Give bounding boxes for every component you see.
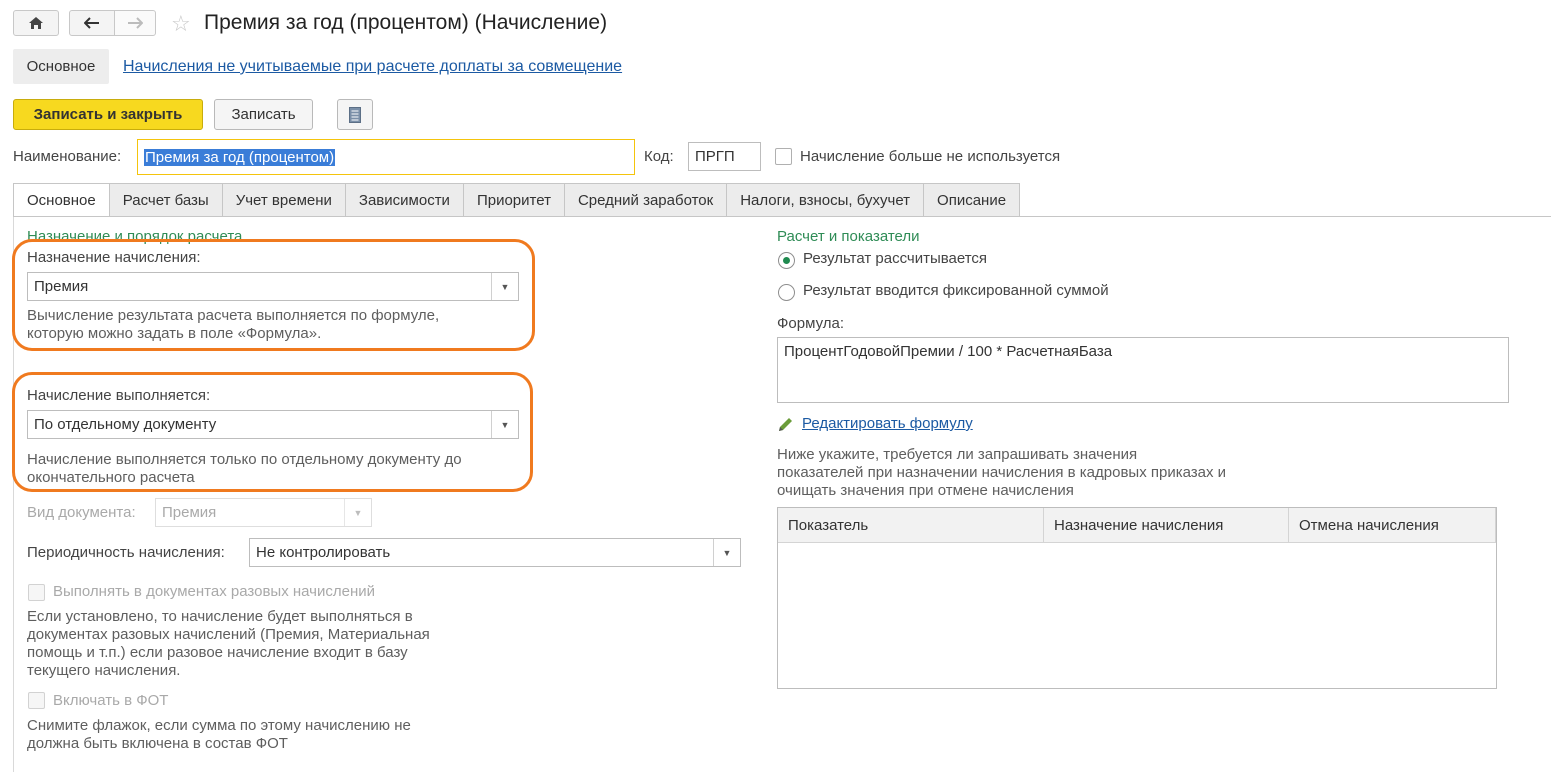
formula-textarea[interactable]: ПроцентГодовойПремии / 100 * РасчетнаяБа… (777, 337, 1509, 403)
tab-priority[interactable]: Приоритет (463, 183, 565, 217)
fot-label: Включать в ФОТ (53, 692, 169, 709)
not-used-checkbox[interactable] (775, 148, 792, 165)
one-time-hint: Если установлено, то начисление будет вы… (27, 608, 430, 680)
report-button[interactable] (337, 99, 373, 130)
indicators-hint-line-2: показателей при назначении начисления в … (777, 464, 1227, 481)
tab-average-earnings[interactable]: Средний заработок (564, 183, 728, 217)
favorite-star-icon[interactable]: ☆ (171, 11, 191, 37)
radio-selected-dot (783, 257, 790, 264)
execution-hint-line-2: окончательного расчета (27, 469, 195, 486)
name-input-value: Премия за год (процентом) (144, 148, 336, 166)
tab-time[interactable]: Учет времени (222, 183, 346, 217)
fot-checkbox (28, 692, 45, 709)
pencil-icon (777, 416, 794, 437)
name-label: Наименование: (13, 148, 122, 165)
name-input[interactable]: Премия за год (процентом) (137, 139, 635, 175)
fot-hint: Снимите флажок, если сумма по этому начи… (27, 717, 411, 753)
tab-divider (13, 216, 1551, 217)
back-button[interactable] (69, 10, 115, 36)
tab-dependencies[interactable]: Зависимости (345, 183, 464, 217)
periodicity-select-value: Не контролировать (256, 544, 391, 561)
purpose-label: Назначение начисления: (27, 249, 201, 266)
not-used-label: Начисление больше не используется (800, 148, 1061, 165)
one-time-hint-line-1: Если установлено, то начисление будет вы… (27, 608, 413, 625)
one-time-hint-line-3: помощь и т.п.) если разовое начисление в… (27, 644, 408, 661)
arrow-right-icon (128, 17, 143, 29)
column-indicator[interactable]: Показатель (778, 508, 1044, 542)
indicators-hint-line-1: Ниже укажите, требуется ли запрашивать з… (777, 446, 1138, 463)
section-link-excluded[interactable]: Начисления не учитываемые при расчете до… (123, 58, 622, 76)
one-time-hint-line-4: текущего начисления. (27, 662, 181, 679)
code-input[interactable]: ПРГП (688, 142, 761, 171)
formula-label: Формула: (777, 315, 845, 332)
indicators-table-header: Показатель Назначение начисления Отмена … (778, 508, 1496, 543)
execution-select[interactable]: По отдельному документу ▼ (27, 410, 519, 439)
indicators-hint-line-3: очищать значения при отмене начисления (777, 482, 1074, 499)
radio-result-fixed[interactable] (778, 284, 795, 301)
purpose-hint-line-2: которую можно задать в поле «Формула». (27, 325, 322, 342)
save-close-button[interactable]: Записать и закрыть (13, 99, 203, 130)
save-button[interactable]: Записать (214, 99, 313, 130)
tab-bar: Основное Расчет базы Учет времени Зависи… (13, 183, 1021, 217)
forward-button[interactable] (114, 10, 156, 36)
one-time-hint-line-2: документах разовых начислений (Премия, М… (27, 626, 430, 643)
periodicity-select[interactable]: Не контролировать ▼ (249, 538, 741, 567)
execution-hint-line-1: Начисление выполняется только по отдельн… (27, 451, 462, 468)
indicators-table[interactable]: Показатель Назначение начисления Отмена … (777, 507, 1497, 689)
edit-formula-link[interactable]: Редактировать формулу (802, 415, 973, 432)
document-list-icon (349, 106, 361, 123)
execution-hint: Начисление выполняется только по отдельн… (27, 451, 462, 487)
arrow-left-icon (84, 17, 99, 29)
tab-taxes[interactable]: Налоги, взносы, бухучет (727, 183, 925, 217)
chevron-down-icon: ▼ (344, 499, 371, 526)
radio-result-calculated-label: Результат рассчитывается (803, 250, 988, 267)
purpose-select-value: Премия (34, 278, 89, 295)
column-assignment[interactable]: Назначение начисления (1044, 508, 1289, 542)
execution-label: Начисление выполняется: (27, 387, 211, 404)
indicators-hint: Ниже укажите, требуется ли запрашивать з… (777, 446, 1226, 500)
tab-base-calc[interactable]: Расчет базы (109, 183, 223, 217)
fot-hint-line-2: должна быть включена в состав ФОТ (27, 735, 288, 752)
page-title: Премия за год (процентом) (Начисление) (204, 11, 608, 34)
execution-select-value: По отдельному документу (34, 416, 217, 433)
purpose-hint: Вычисление результата расчета выполняетс… (27, 307, 439, 343)
column-cancellation[interactable]: Отмена начисления (1289, 508, 1496, 542)
purpose-select[interactable]: Премия ▼ (27, 272, 519, 301)
chevron-down-icon[interactable]: ▼ (491, 273, 518, 300)
code-label: Код: (644, 148, 674, 165)
purpose-hint-line-1: Вычисление результата расчета выполняетс… (27, 307, 440, 324)
home-icon (29, 17, 43, 29)
doc-type-label: Вид документа: (27, 504, 136, 521)
section-tab-main[interactable]: Основное (13, 49, 109, 84)
radio-result-fixed-label: Результат вводится фиксированной суммой (803, 282, 1109, 299)
tab-description[interactable]: Описание (924, 183, 1021, 217)
home-button[interactable] (13, 10, 59, 36)
right-section-title: Расчет и показатели (777, 228, 920, 245)
one-time-label: Выполнять в документах разовых начислени… (53, 583, 375, 600)
radio-result-calculated[interactable] (778, 252, 795, 269)
doc-type-select: Премия ▼ (155, 498, 372, 527)
periodicity-label: Периодичность начисления: (27, 544, 225, 561)
tab-main[interactable]: Основное (13, 183, 110, 217)
chevron-down-icon[interactable]: ▼ (491, 411, 518, 438)
formula-value: ПроцентГодовойПремии / 100 * РасчетнаяБа… (784, 343, 1113, 360)
chevron-down-icon[interactable]: ▼ (713, 539, 740, 566)
one-time-checkbox (28, 584, 45, 601)
fot-hint-line-1: Снимите флажок, если сумма по этому начи… (27, 717, 411, 734)
doc-type-select-value: Премия (162, 504, 217, 521)
